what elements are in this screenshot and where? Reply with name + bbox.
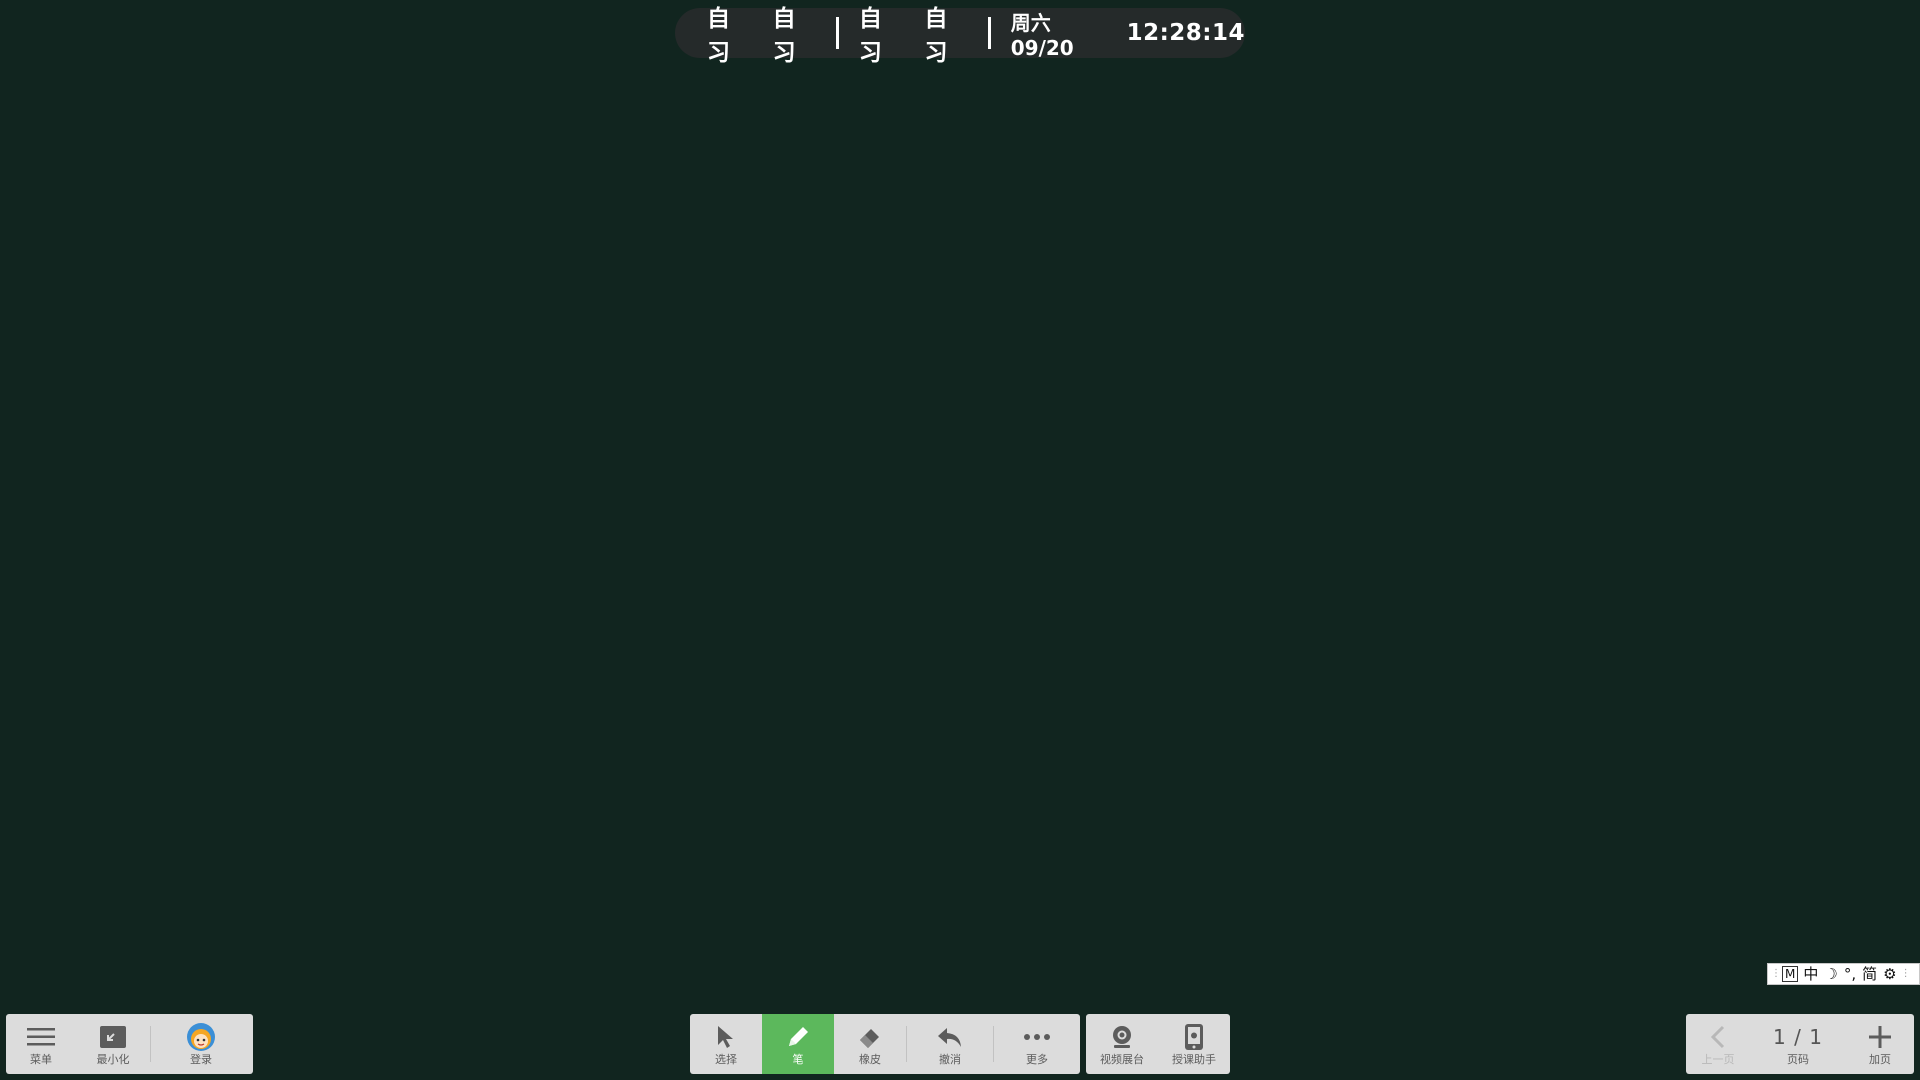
select-tool-button[interactable]: 选择 [690, 1014, 762, 1074]
login-label: 登录 [190, 1052, 212, 1066]
schedule-divider [836, 17, 839, 49]
previous-page-label: 上一页 [1701, 1052, 1735, 1066]
left-toolbar: 菜单 最小化 登录 [6, 1014, 253, 1074]
previous-page-button[interactable]: 上一页 [1686, 1014, 1750, 1074]
ime-toolbar[interactable]: ⋮ M 中 ☽ °, 简 ⚙ ⋮ [1767, 963, 1920, 985]
select-label: 选择 [715, 1052, 737, 1066]
teaching-assistant-button[interactable]: 授课助手 [1158, 1014, 1230, 1074]
schedule-date: 周六 09/20 [1010, 10, 1074, 60]
hamburger-menu-icon [26, 1023, 56, 1051]
period-2: 自习 [772, 6, 797, 66]
schedule-divider [988, 17, 991, 49]
add-page-button[interactable]: 加页 [1846, 1014, 1914, 1074]
undo-label: 撤消 [939, 1052, 961, 1066]
period-1: 自习 [707, 6, 731, 66]
undo-arrow-icon [936, 1023, 964, 1051]
more-tools-button[interactable]: 更多 [994, 1014, 1080, 1074]
pen-tool-button[interactable]: 笔 [762, 1014, 834, 1074]
menu-label: 菜单 [30, 1052, 52, 1066]
whiteboard-canvas[interactable]: 自习 自习 自习 自习 周六 09/20 12:28:14 ⋮ M 中 ☽ °,… [0, 0, 1920, 1080]
cursor-arrow-icon [715, 1023, 737, 1051]
undo-button[interactable]: 撤消 [907, 1014, 993, 1074]
ime-language-toggle[interactable]: 中 [1800, 965, 1821, 983]
ime-more-handle[interactable]: ⋮ [1900, 965, 1912, 983]
period-3: 自习 [858, 6, 883, 66]
minimize-label: 最小化 [96, 1052, 130, 1066]
minimize-icon [99, 1023, 127, 1051]
video-booth-button[interactable]: 视频展台 [1086, 1014, 1158, 1074]
chevron-left-icon [1708, 1023, 1728, 1051]
phone-icon [1183, 1023, 1205, 1051]
pen-icon [785, 1023, 811, 1051]
avatar [186, 1022, 216, 1051]
ime-punctuation-toggle[interactable]: °, [1841, 965, 1859, 983]
ime-drag-handle[interactable]: ⋮ [1770, 965, 1782, 983]
eraser-icon [857, 1023, 883, 1051]
gear-icon[interactable]: ⚙ [1880, 965, 1899, 983]
teaching-assistant-label: 授课助手 [1172, 1052, 1216, 1066]
ime-charset-toggle[interactable]: 简 [1859, 965, 1880, 983]
page-indicator: 1 / 1 [1773, 1024, 1823, 1049]
schedule-clock: 12:28:14 [1126, 20, 1245, 46]
webcam-icon [1109, 1023, 1135, 1051]
class-schedule-bar: 自习 自习 自习 自习 周六 09/20 12:28:14 [675, 6, 1245, 66]
period-4: 自习 [924, 6, 949, 66]
ime-halfwidth-toggle[interactable]: ☽ [1821, 965, 1840, 983]
page-number-button[interactable]: 1 / 1 页码 [1750, 1014, 1846, 1074]
menu-button[interactable]: 菜单 [6, 1014, 76, 1074]
page-label: 页码 [1787, 1052, 1809, 1066]
more-label: 更多 [1026, 1052, 1048, 1066]
video-booth-label: 视频展台 [1100, 1052, 1144, 1066]
eraser-label: 橡皮 [859, 1052, 881, 1066]
plus-icon [1867, 1023, 1893, 1051]
login-button[interactable]: 登录 [151, 1014, 251, 1074]
ime-mode-button[interactable]: M [1782, 966, 1799, 982]
pen-label: 笔 [792, 1052, 804, 1066]
minimize-button[interactable]: 最小化 [76, 1014, 150, 1074]
drawing-toolbar: 选择 笔 橡皮 撤消 更多 [690, 1014, 1080, 1074]
add-page-label: 加页 [1869, 1052, 1891, 1066]
eraser-tool-button[interactable]: 橡皮 [834, 1014, 906, 1074]
page-toolbar: 上一页 1 / 1 页码 加页 [1686, 1014, 1914, 1074]
more-dots-icon [1022, 1023, 1052, 1051]
media-toolbar: 视频展台 授课助手 [1086, 1014, 1230, 1074]
